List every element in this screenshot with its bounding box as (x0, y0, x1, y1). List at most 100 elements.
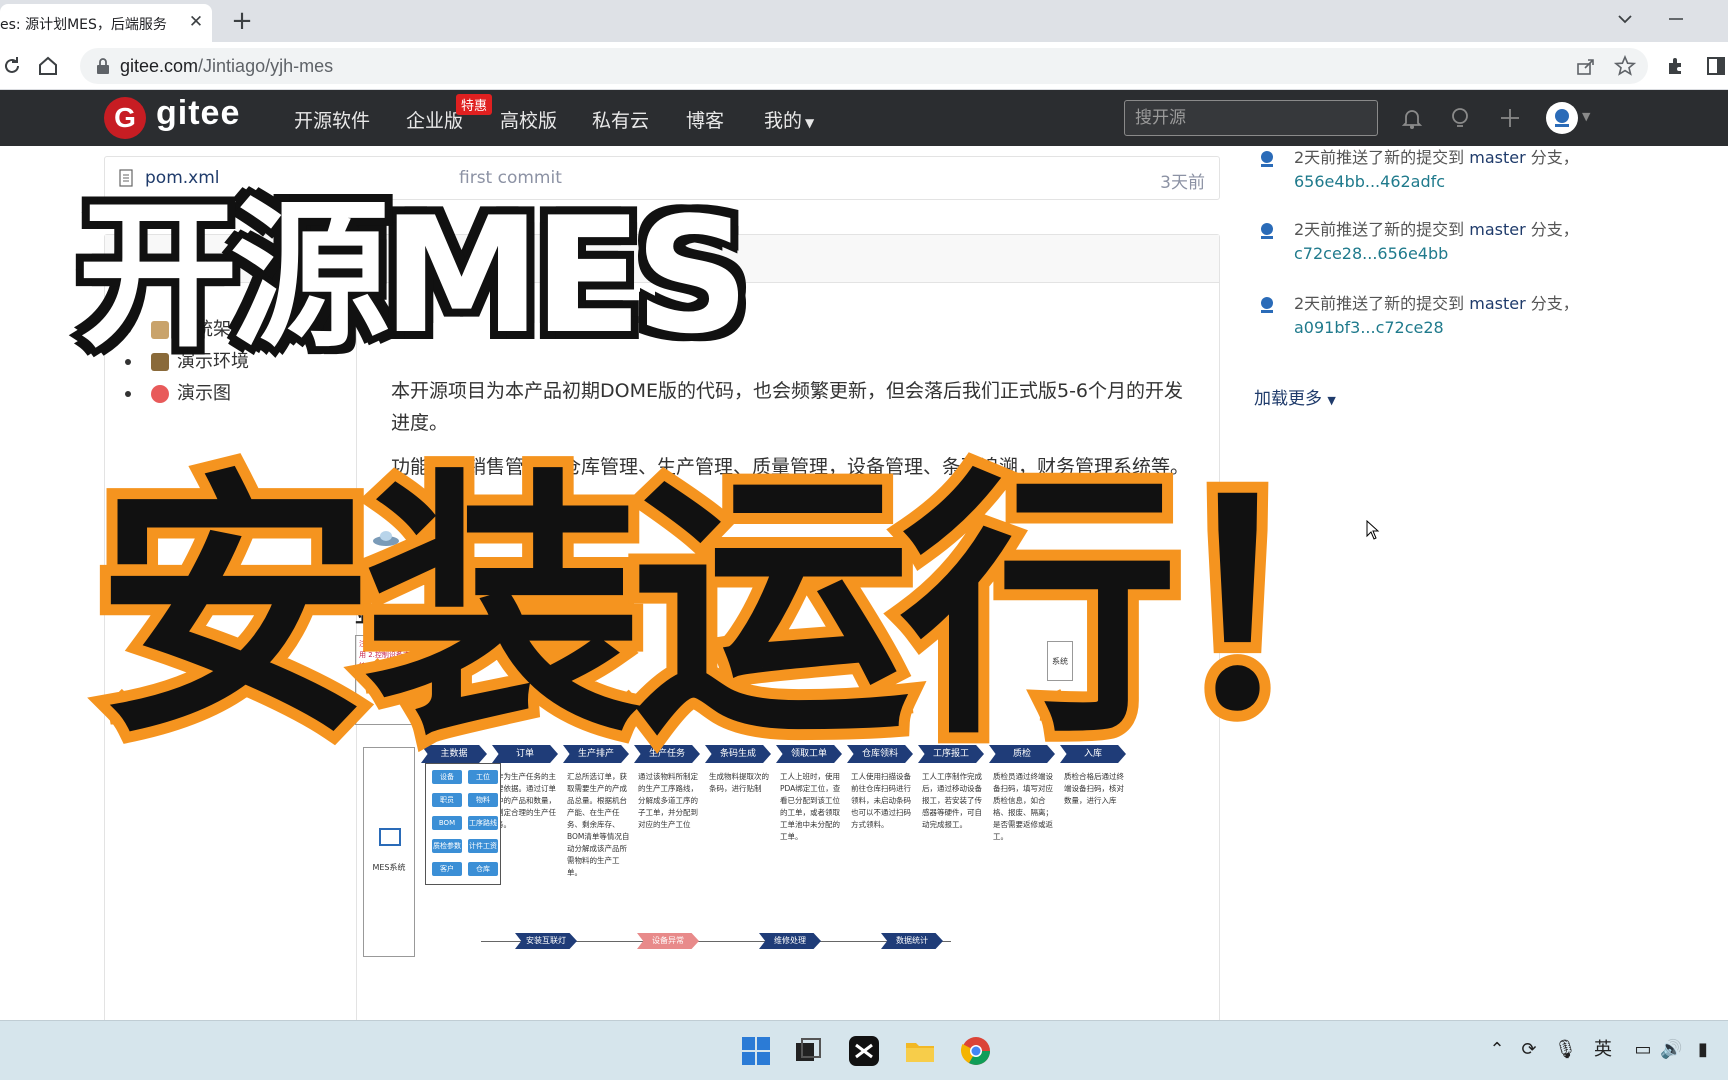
sync-icon[interactable]: ⟳ (1518, 1039, 1540, 1061)
module-chip: 工序路线 (468, 816, 498, 830)
branch-link[interactable]: master (1469, 294, 1525, 313)
microphone-icon[interactable]: 🎙 (1554, 1039, 1577, 1061)
module-chip: BOM (432, 816, 462, 830)
module-chip: 职员 (432, 793, 462, 807)
stage-3: 生产任务 (634, 745, 700, 763)
portrait-icon (151, 353, 169, 371)
task-view-icon[interactable] (792, 1035, 824, 1067)
gitee-search-input[interactable] (1125, 101, 1377, 135)
readme-header (105, 235, 1219, 283)
activity-desc: 2天前推送了新的提交到 (1294, 220, 1465, 239)
commit-message-link[interactable]: first commit (459, 168, 562, 188)
chrome-icon[interactable] (960, 1035, 992, 1067)
url-host: gitee.com (120, 56, 199, 76)
avatar-chevron-icon[interactable]: ▼ (1582, 110, 1590, 123)
reload-icon[interactable] (0, 54, 24, 78)
minimize-icon[interactable] (1664, 8, 1688, 30)
gitee-logo-text[interactable]: gitee (156, 94, 240, 133)
bell-icon[interactable] (1398, 104, 1426, 132)
load-more-button[interactable]: 加载更多 ▼ (1254, 384, 1336, 409)
nav-private-cloud[interactable]: 私有云 (592, 106, 649, 133)
lightbulb-icon[interactable] (1446, 104, 1474, 132)
url-text[interactable]: gitee.com/Jintiago/yjh-mes (120, 56, 333, 77)
module-chip: 仓库 (468, 862, 498, 876)
master-data-modules: 设备 工位 职员 物料 BOM 工序路线 质检参数 计件工资 客户 仓库 (425, 763, 501, 885)
file-explorer-icon[interactable] (904, 1035, 936, 1067)
home-icon[interactable] (36, 54, 60, 78)
diagram-icon (151, 321, 169, 339)
bookmark-star-icon[interactable] (1614, 55, 1636, 77)
module-chip: 设备 (432, 770, 462, 784)
side-panel-icon[interactable] (1704, 54, 1728, 78)
tab-close-icon[interactable]: ✕ (186, 10, 206, 34)
module-chip: 客户 (432, 862, 462, 876)
avatar-logo-icon[interactable] (1256, 294, 1278, 316)
monitor-icon (379, 828, 401, 846)
activity-text: 2天前推送了新的提交到 master 分支， c72ce28...656e4bb (1294, 218, 1594, 266)
commit-range-link[interactable]: c72ce28...656e4bb (1294, 244, 1448, 263)
file-list: pom.xml first commit 3天前 (104, 156, 1220, 200)
branch-link[interactable]: master (1469, 148, 1525, 167)
commit-range-link[interactable]: a091bf3...c72ce28 (1294, 318, 1444, 337)
toc-item-demo-images[interactable]: 演示图 (125, 379, 231, 405)
bottom-stage-0: 安装互联灯 (515, 933, 577, 949)
avatar-logo-icon[interactable] (1256, 220, 1278, 242)
nav-mine-label: 我的 (764, 110, 803, 132)
file-name-link[interactable]: pom.xml (145, 168, 220, 188)
windows-taskbar: ⌃ ⟳ 🎙 英 ▭ 🔊 ▮ (0, 1020, 1728, 1080)
ime-language[interactable]: 英 (1592, 1039, 1614, 1061)
tray-overflow-icon[interactable]: ⌃ (1486, 1039, 1508, 1061)
diagram-note: 注：1.支持集 … 用 2.控制设备支持 手机、PDA、工业 手机、PC (355, 635, 415, 725)
readme-paragraph-features: 功能包括销售管理、仓库管理、生产管理、质量管理，设备管理、条码追溯，财务管理系统… (391, 456, 1190, 478)
stage-6: 仓库领料 (847, 745, 913, 763)
module-chip: 质检参数 (432, 839, 462, 853)
stage-5: 领取工单 (776, 745, 842, 763)
tab-search-chevron-icon[interactable] (1614, 8, 1636, 30)
nav-university[interactable]: 高校版 (500, 106, 557, 133)
avatar-logo-icon[interactable] (1256, 148, 1278, 170)
gitee-search[interactable] (1124, 100, 1378, 136)
mes-label: MES系统 (372, 863, 406, 872)
branch-link[interactable]: master (1469, 220, 1525, 239)
stage-desc-2: 汇总所选订单，获取需要生产的产成品总量。根据机台产能、在生产任务、剩余库存、BO… (567, 772, 630, 877)
share-icon[interactable] (1576, 56, 1596, 76)
stage-9: 入库 (1060, 745, 1126, 763)
nav-open-source[interactable]: 开源软件 (294, 106, 370, 133)
toc-item-architecture[interactable]: 系统架构 (125, 315, 249, 341)
readme-toc: 系统架构 演示环境 演示图 (105, 283, 357, 1020)
browser-tab[interactable]: es: 源计划MES，后端服务 ✕ (0, 4, 212, 42)
activity-suffix: 分支， (1530, 294, 1579, 313)
browser-toolbar: gitee.com/Jintiago/yjh-mes (0, 42, 1728, 90)
nav-enterprise[interactable]: 企业版 (406, 106, 463, 133)
activity-text: 2天前推送了新的提交到 master 分支， 656e4bb...462adfc (1294, 146, 1594, 194)
volume-icon[interactable]: 🔊 (1660, 1039, 1682, 1061)
activity-desc: 2天前推送了新的提交到 (1294, 148, 1465, 167)
activity-suffix: 分支， (1530, 220, 1579, 239)
address-bar[interactable]: gitee.com/Jintiago/yjh-mes (80, 48, 1648, 84)
module-chip: 物料 (468, 793, 498, 807)
stage-4: 条码生成 (705, 745, 771, 763)
capcut-icon[interactable] (848, 1035, 880, 1067)
chevron-down-icon: ▼ (805, 116, 815, 130)
nav-mine[interactable]: 我的 ▼ (764, 106, 814, 133)
windows-start-icon[interactable] (740, 1035, 772, 1067)
lock-icon[interactable] (96, 58, 110, 74)
activity-suffix: 分支， (1530, 148, 1579, 167)
toc-item-demo-env[interactable]: 演示环境 (125, 347, 249, 373)
network-icon[interactable]: ▭ (1632, 1039, 1654, 1061)
extensions-icon[interactable] (1664, 54, 1688, 78)
repo-page: pom.xml first commit 3天前 系统架构 演示环境 演示图 本… (0, 146, 1728, 1020)
new-tab-icon[interactable]: + (228, 6, 256, 36)
avatar-logo-icon (1548, 104, 1576, 132)
bullet-icon (125, 391, 131, 397)
gitee-logo-icon[interactable]: G (104, 97, 146, 139)
plus-icon[interactable] (1496, 104, 1524, 132)
battery-icon[interactable]: ▮ (1692, 1039, 1714, 1061)
stage-desc-3: 通过该物料所制定的生产工序路线，分解成多道工序的子工单，并分配到对应的生产工位 (638, 772, 698, 829)
commit-range-link[interactable]: 656e4bb...462adfc (1294, 172, 1445, 191)
bullet-icon (125, 327, 131, 333)
bullet-icon (125, 359, 131, 365)
user-avatar[interactable] (1546, 102, 1578, 134)
nav-blog[interactable]: 博客 (686, 106, 724, 133)
bottom-stage-3: 数据统计 (881, 933, 943, 949)
